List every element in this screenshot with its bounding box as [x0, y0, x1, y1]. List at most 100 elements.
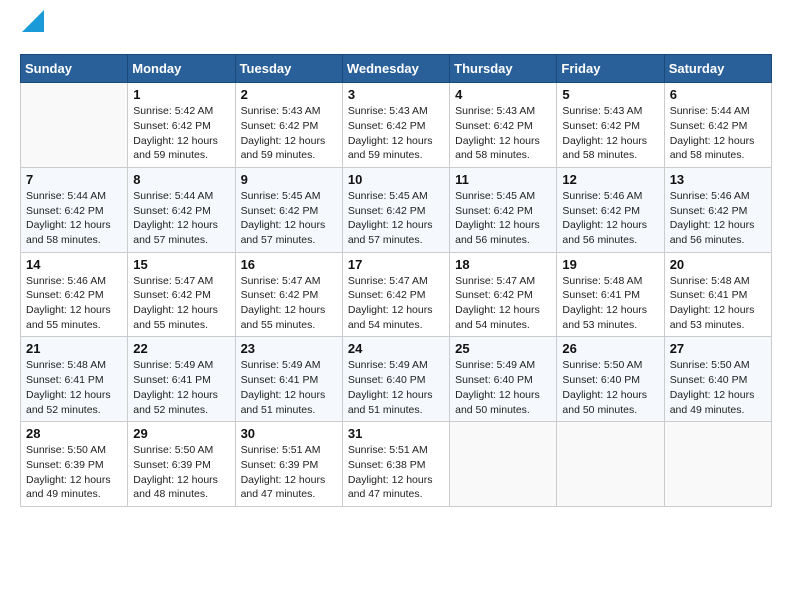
calendar-cell: 24Sunrise: 5:49 AM Sunset: 6:40 PM Dayli… — [342, 337, 449, 422]
day-number: 8 — [133, 172, 229, 187]
logo — [20, 20, 44, 44]
calendar-cell: 14 Sunrise: 5:46 AM Sunset: 6:42 PM Dayli… — [21, 252, 128, 337]
calendar-week-row: 28 Sunrise: 5:50 AM Sunset: 6:39 PM Dayli… — [21, 422, 772, 507]
calendar-cell: 16 Sunrise: 5:47 AM Sunset: 6:42 PM Dayli… — [235, 252, 342, 337]
calendar-cell: 29 Sunrise: 5:50 AM Sunset: 6:39 PM Dayli… — [128, 422, 235, 507]
day-number: 26 — [562, 341, 658, 356]
day-number: 13 — [670, 172, 766, 187]
day-number: 15 — [133, 257, 229, 272]
calendar-cell: 6 Sunrise: 5:44 AM Sunset: 6:42 PM Daylig… — [664, 83, 771, 168]
calendar-cell: 22 Sunrise: 5:49 AM Sunset: 6:41 PM Dayli… — [128, 337, 235, 422]
day-number: 10 — [348, 172, 444, 187]
day-info: Sunrise: 5:48 AM Sunset: 6:41 PM Dayligh… — [670, 274, 766, 333]
day-info: Sunrise: 5:44 AM Sunset: 6:42 PM Dayligh… — [133, 189, 229, 248]
day-info: Sunrise: 5:51 AM Sunset: 6:38 PM Dayligh… — [348, 443, 444, 502]
day-number: 27 — [670, 341, 766, 356]
day-number: 6 — [670, 87, 766, 102]
calendar-cell: 19Sunrise: 5:48 AM Sunset: 6:41 PM Dayli… — [557, 252, 664, 337]
calendar-cell: 4 Sunrise: 5:43 AM Sunset: 6:42 PM Daylig… — [450, 83, 557, 168]
day-info: Sunrise: 5:47 AM Sunset: 6:42 PM Dayligh… — [241, 274, 337, 333]
calendar-cell: 21Sunrise: 5:48 AM Sunset: 6:41 PM Dayli… — [21, 337, 128, 422]
day-header-tuesday: Tuesday — [235, 55, 342, 83]
calendar-cell: 1 Sunrise: 5:42 AM Sunset: 6:42 PM Daylig… — [128, 83, 235, 168]
day-number: 4 — [455, 87, 551, 102]
calendar-week-row: 21Sunrise: 5:48 AM Sunset: 6:41 PM Dayli… — [21, 337, 772, 422]
calendar-cell — [21, 83, 128, 168]
day-number: 1 — [133, 87, 229, 102]
day-info: Sunrise: 5:50 AM Sunset: 6:40 PM Dayligh… — [670, 358, 766, 417]
day-number: 21 — [26, 341, 122, 356]
calendar-cell: 7 Sunrise: 5:44 AM Sunset: 6:42 PM Daylig… — [21, 167, 128, 252]
calendar-cell: 28 Sunrise: 5:50 AM Sunset: 6:39 PM Dayli… — [21, 422, 128, 507]
calendar-cell — [450, 422, 557, 507]
calendar-cell: 10 Sunrise: 5:45 AM Sunset: 6:42 PM Dayli… — [342, 167, 449, 252]
day-number: 28 — [26, 426, 122, 441]
day-info: Sunrise: 5:45 AM Sunset: 6:42 PM Dayligh… — [455, 189, 551, 248]
day-number: 23 — [241, 341, 337, 356]
day-info: Sunrise: 5:50 AM Sunset: 6:40 PM Dayligh… — [562, 358, 658, 417]
day-header-friday: Friday — [557, 55, 664, 83]
calendar-cell: 5 Sunrise: 5:43 AM Sunset: 6:42 PM Daylig… — [557, 83, 664, 168]
day-number: 16 — [241, 257, 337, 272]
day-info: Sunrise: 5:50 AM Sunset: 6:39 PM Dayligh… — [26, 443, 122, 502]
calendar-cell: 15 Sunrise: 5:47 AM Sunset: 6:42 PM Dayli… — [128, 252, 235, 337]
day-number: 29 — [133, 426, 229, 441]
day-number: 9 — [241, 172, 337, 187]
day-info: Sunrise: 5:49 AM Sunset: 6:40 PM Dayligh… — [455, 358, 551, 417]
day-info: Sunrise: 5:49 AM Sunset: 6:41 PM Dayligh… — [241, 358, 337, 417]
calendar-cell — [557, 422, 664, 507]
calendar-cell: 2 Sunrise: 5:43 AM Sunset: 6:42 PM Daylig… — [235, 83, 342, 168]
day-info: Sunrise: 5:42 AM Sunset: 6:42 PM Dayligh… — [133, 104, 229, 163]
day-number: 17 — [348, 257, 444, 272]
day-info: Sunrise: 5:50 AM Sunset: 6:39 PM Dayligh… — [133, 443, 229, 502]
calendar-cell: 25 Sunrise: 5:49 AM Sunset: 6:40 PM Dayli… — [450, 337, 557, 422]
day-number: 25 — [455, 341, 551, 356]
day-info: Sunrise: 5:49 AM Sunset: 6:41 PM Dayligh… — [133, 358, 229, 417]
day-number: 20 — [670, 257, 766, 272]
day-number: 22 — [133, 341, 229, 356]
day-header-saturday: Saturday — [664, 55, 771, 83]
calendar-cell: 11 Sunrise: 5:45 AM Sunset: 6:42 PM Dayli… — [450, 167, 557, 252]
day-header-monday: Monday — [128, 55, 235, 83]
calendar-cell: 18Sunrise: 5:47 AM Sunset: 6:42 PM Dayli… — [450, 252, 557, 337]
day-header-sunday: Sunday — [21, 55, 128, 83]
day-info: Sunrise: 5:46 AM Sunset: 6:42 PM Dayligh… — [670, 189, 766, 248]
day-info: Sunrise: 5:44 AM Sunset: 6:42 PM Dayligh… — [26, 189, 122, 248]
day-number: 14 — [26, 257, 122, 272]
calendar-cell: 31Sunrise: 5:51 AM Sunset: 6:38 PM Dayli… — [342, 422, 449, 507]
calendar-week-row: 1 Sunrise: 5:42 AM Sunset: 6:42 PM Daylig… — [21, 83, 772, 168]
calendar-cell: 12 Sunrise: 5:46 AM Sunset: 6:42 PM Dayli… — [557, 167, 664, 252]
day-info: Sunrise: 5:46 AM Sunset: 6:42 PM Dayligh… — [26, 274, 122, 333]
page-header — [20, 20, 772, 44]
day-header-wednesday: Wednesday — [342, 55, 449, 83]
calendar-header-row: SundayMondayTuesdayWednesdayThursdayFrid… — [21, 55, 772, 83]
day-number: 5 — [562, 87, 658, 102]
calendar-table: SundayMondayTuesdayWednesdayThursdayFrid… — [20, 54, 772, 507]
logo-arrow-icon — [22, 10, 44, 32]
day-number: 12 — [562, 172, 658, 187]
day-info: Sunrise: 5:47 AM Sunset: 6:42 PM Dayligh… — [133, 274, 229, 333]
day-info: Sunrise: 5:46 AM Sunset: 6:42 PM Dayligh… — [562, 189, 658, 248]
calendar-cell: 17Sunrise: 5:47 AM Sunset: 6:42 PM Dayli… — [342, 252, 449, 337]
day-info: Sunrise: 5:43 AM Sunset: 6:42 PM Dayligh… — [455, 104, 551, 163]
calendar-week-row: 14 Sunrise: 5:46 AM Sunset: 6:42 PM Dayli… — [21, 252, 772, 337]
day-info: Sunrise: 5:45 AM Sunset: 6:42 PM Dayligh… — [241, 189, 337, 248]
calendar-cell: 30Sunrise: 5:51 AM Sunset: 6:39 PM Dayli… — [235, 422, 342, 507]
day-info: Sunrise: 5:43 AM Sunset: 6:42 PM Dayligh… — [562, 104, 658, 163]
day-info: Sunrise: 5:45 AM Sunset: 6:42 PM Dayligh… — [348, 189, 444, 248]
calendar-cell: 9 Sunrise: 5:45 AM Sunset: 6:42 PM Daylig… — [235, 167, 342, 252]
calendar-week-row: 7 Sunrise: 5:44 AM Sunset: 6:42 PM Daylig… — [21, 167, 772, 252]
day-info: Sunrise: 5:43 AM Sunset: 6:42 PM Dayligh… — [241, 104, 337, 163]
day-number: 18 — [455, 257, 551, 272]
day-info: Sunrise: 5:44 AM Sunset: 6:42 PM Dayligh… — [670, 104, 766, 163]
day-number: 2 — [241, 87, 337, 102]
day-number: 11 — [455, 172, 551, 187]
day-number: 19 — [562, 257, 658, 272]
calendar-cell: 13 Sunrise: 5:46 AM Sunset: 6:42 PM Dayli… — [664, 167, 771, 252]
day-number: 3 — [348, 87, 444, 102]
calendar-cell: 23 Sunrise: 5:49 AM Sunset: 6:41 PM Dayli… — [235, 337, 342, 422]
day-number: 7 — [26, 172, 122, 187]
day-info: Sunrise: 5:49 AM Sunset: 6:40 PM Dayligh… — [348, 358, 444, 417]
calendar-cell: 3Sunrise: 5:43 AM Sunset: 6:42 PM Daylig… — [342, 83, 449, 168]
calendar-cell: 8 Sunrise: 5:44 AM Sunset: 6:42 PM Daylig… — [128, 167, 235, 252]
